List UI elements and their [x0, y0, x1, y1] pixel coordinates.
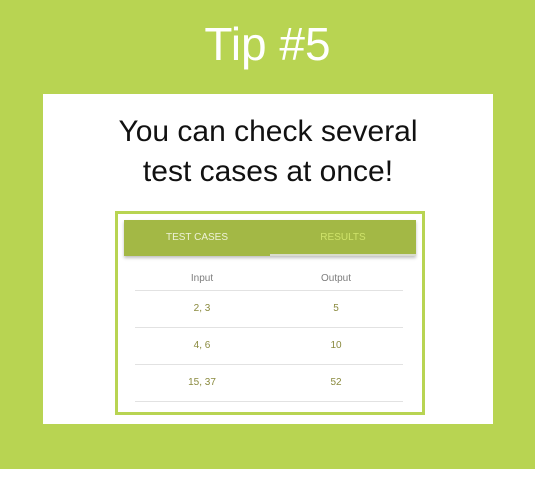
- headline-line-2: test cases at once!: [142, 155, 394, 188]
- tip-frame: Tip #5 You can check several test cases …: [0, 0, 535, 469]
- output-cell: 10: [330, 340, 342, 351]
- test-cases-widget: TEST CASES RESULTS Input Output 2, 3 5 4…: [115, 211, 425, 415]
- input-cell: 2, 3: [193, 303, 211, 314]
- tip-card: You can check several test cases at once…: [43, 94, 493, 424]
- table-row: 2, 3 5: [135, 291, 403, 328]
- column-header-output: Output: [320, 273, 352, 284]
- output-cell: 5: [333, 303, 339, 314]
- output-cell: 52: [330, 377, 342, 388]
- tab-results[interactable]: RESULTS: [270, 220, 416, 256]
- input-cell: 4, 6: [193, 340, 211, 351]
- table-header-row: Input Output: [135, 268, 403, 291]
- tip-headline: You can check several test cases at once…: [43, 112, 493, 192]
- headline-line-1: You can check several: [118, 115, 418, 148]
- tab-bar: TEST CASES RESULTS: [124, 220, 416, 256]
- test-cases-table: Input Output 2, 3 5 4, 6 10 15, 37 52: [135, 268, 403, 402]
- table-row: 15, 37 52: [135, 365, 403, 402]
- tip-title: Tip #5: [204, 18, 331, 70]
- tab-test-cases[interactable]: TEST CASES: [124, 220, 270, 256]
- column-header-input: Input: [190, 273, 214, 284]
- active-tab-indicator: [270, 254, 416, 256]
- table-row: 4, 6 10: [135, 328, 403, 365]
- input-cell: 15, 37: [188, 377, 216, 388]
